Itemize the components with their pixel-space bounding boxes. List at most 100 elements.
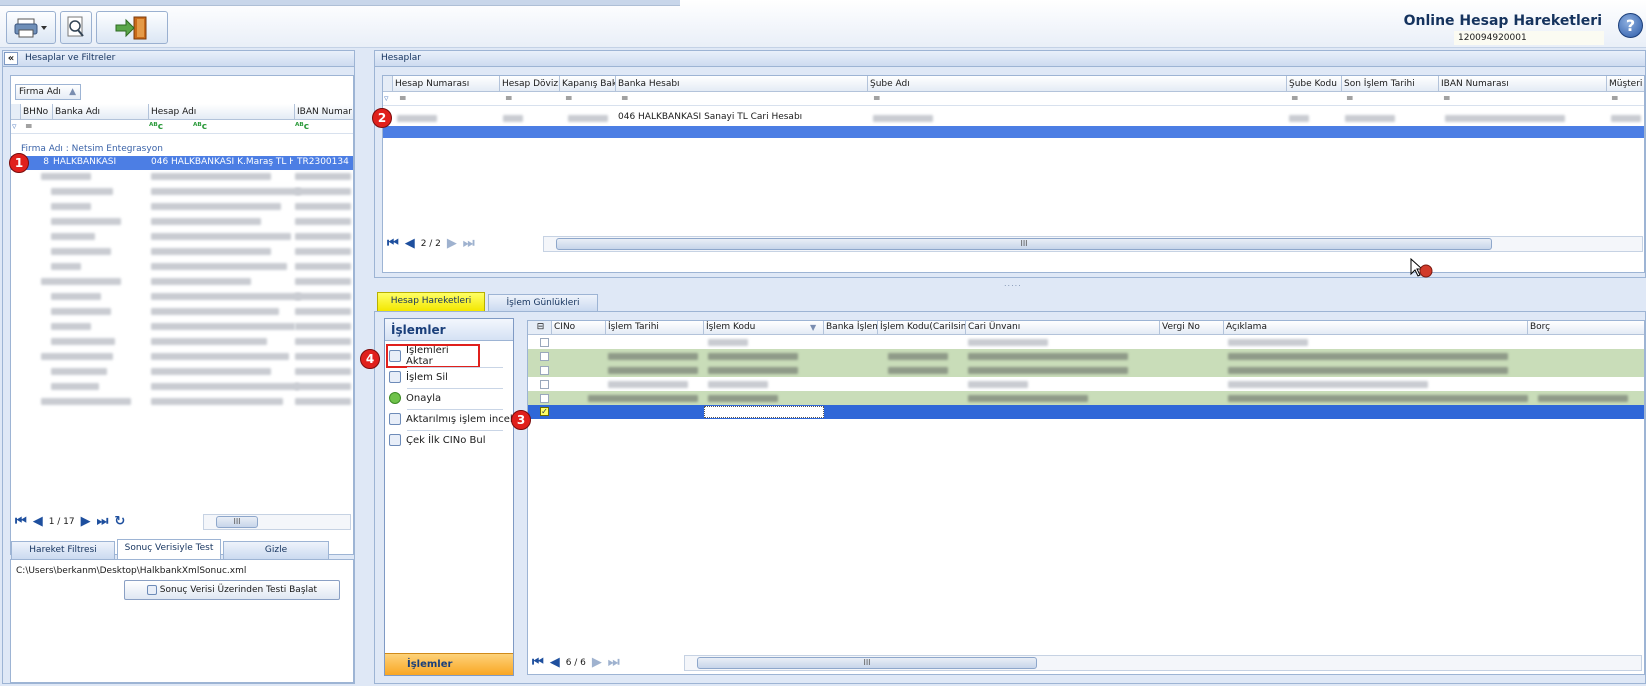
- left-scroll-thumb[interactable]: III: [216, 516, 258, 528]
- tab-sonuc-verisiyle-test[interactable]: Sonuç Verisiyle Test: [117, 539, 221, 559]
- tab-hesap-hareketleri[interactable]: Hesap Hareketleri: [377, 292, 485, 311]
- col-musteri[interactable]: Müşteri: [1607, 76, 1644, 91]
- next-page-icon[interactable]: ▶: [447, 237, 457, 250]
- prev-page-icon[interactable]: ◀: [405, 237, 415, 250]
- movement-row[interactable]: [528, 363, 1644, 377]
- col-iban-numarasi[interactable]: IBAN Numarası: [1439, 76, 1607, 91]
- col-cino[interactable]: CINo: [552, 321, 606, 334]
- busy-cursor-icon: [1410, 257, 1434, 285]
- find-first-cino-action[interactable]: Çek İlk CINo Bul: [389, 431, 509, 449]
- col-sube-kodu[interactable]: Şube Kodu: [1287, 76, 1342, 91]
- row-checkbox[interactable]: [540, 338, 549, 347]
- col-iban[interactable]: IBAN Numar: [295, 104, 353, 119]
- next-page-icon[interactable]: ▶: [592, 656, 602, 669]
- group-by-chip[interactable]: Firma Adı ▲: [15, 84, 81, 100]
- accounts-scroll-thumb[interactable]: III: [556, 238, 1492, 250]
- col-borc[interactable]: Borç: [1528, 321, 1644, 334]
- left-page-indicator: 1 / 17: [48, 517, 75, 527]
- approve-action[interactable]: Onayla: [389, 389, 509, 407]
- col-banka-islemi[interactable]: Banka İşlemi: [824, 321, 878, 334]
- col-cari-unvani[interactable]: Cari Ünvanı: [966, 321, 1160, 334]
- last-page-icon[interactable]: ⏭: [608, 656, 620, 669]
- movements-page-indicator: 6 / 6: [565, 658, 586, 668]
- equals-icon: =: [1443, 94, 1451, 104]
- inspect-transferred-action[interactable]: Aktarılmış işlem incele: [389, 410, 519, 428]
- check-circle-icon: [389, 392, 401, 404]
- col-son-islem-tarihi[interactable]: Son İşlem Tarihi: [1342, 76, 1439, 91]
- col-vergi-no[interactable]: Vergi No: [1160, 321, 1224, 334]
- selected-account-row[interactable]: 8 HALKBANKASI 046 HALKBANKASI K.Maraş TL…: [11, 156, 353, 170]
- col-banka-adi[interactable]: Banka Adı: [53, 104, 149, 119]
- transfer-icon: [389, 350, 401, 362]
- annotation-marker-2: 2: [372, 108, 392, 128]
- col-islem-kodu[interactable]: İşlem Kodu: [704, 321, 824, 334]
- row-checkbox[interactable]: [540, 394, 549, 403]
- movement-row[interactable]: [528, 377, 1644, 391]
- movement-row[interactable]: [528, 391, 1644, 405]
- annotation-marker-4: 4: [360, 349, 380, 369]
- tab-gizle[interactable]: Gizle: [223, 541, 329, 559]
- row-checkbox-checked[interactable]: ✓: [540, 407, 549, 416]
- account-code: 120094920001: [1454, 31, 1604, 45]
- row-checkbox[interactable]: [540, 352, 549, 361]
- select-all-checkbox[interactable]: ⊟: [528, 321, 552, 334]
- delete-transaction-action[interactable]: İşlem Sil: [389, 368, 509, 386]
- preview-button[interactable]: [60, 11, 92, 44]
- col-kapanis-bakiye[interactable]: Kapanış Baki: [560, 76, 616, 91]
- test-tab-content: C:\Users\berkanm\Desktop\HalkbankXmlSonu…: [10, 559, 354, 683]
- row-indicator-header: [383, 76, 393, 91]
- actions-panel: İşlemler İşlemleri Aktar İşlem Sil Onayl…: [384, 318, 519, 676]
- left-grid-header: BHNo Banka Adı Hesap Adı IBAN Numar: [11, 104, 353, 120]
- test-run-icon: [146, 584, 157, 595]
- col-islem-kodu-cariisim[interactable]: İşlem Kodu(CariIsim): [878, 321, 966, 334]
- transfer-transactions-action[interactable]: İşlemleri Aktar: [386, 344, 480, 368]
- exit-button[interactable]: [96, 11, 168, 44]
- movement-row[interactable]: [528, 335, 1644, 349]
- col-hesap-adi[interactable]: Hesap Adı: [149, 104, 295, 119]
- splitter-grip[interactable]: .....: [1004, 279, 1022, 288]
- app-title: Online Hesap Hareketleri: [1403, 13, 1602, 29]
- left-filter-row[interactable]: ▿ = ᴬᴮc ᴬᴮc ᴬᴮc: [11, 120, 353, 134]
- refresh-icon[interactable]: ↻: [114, 515, 125, 528]
- row-checkbox[interactable]: [540, 366, 549, 375]
- account-row-selected[interactable]: [383, 126, 1644, 138]
- printer-icon: [14, 18, 47, 37]
- movements-scroll-thumb[interactable]: III: [697, 657, 1037, 669]
- prev-page-icon[interactable]: ◀: [33, 515, 43, 528]
- account-row[interactable]: 046 HALKBANKASI Sanayi TL Cari Hesabı: [383, 111, 1644, 125]
- actions-footer[interactable]: İşlemler: [385, 653, 513, 675]
- movement-row-selected[interactable]: ✓: [528, 405, 1644, 419]
- col-banka-hesabi[interactable]: Banka Hesabı: [616, 76, 868, 91]
- first-page-icon[interactable]: ⏮: [15, 515, 27, 528]
- equals-icon: =: [1346, 94, 1354, 104]
- first-page-icon[interactable]: ⏮: [387, 237, 399, 250]
- next-page-icon[interactable]: ▶: [81, 515, 91, 528]
- movement-row[interactable]: [528, 349, 1644, 363]
- movement-rows: ✓: [528, 335, 1644, 419]
- cell-banka-adi: HALKBANKASI: [53, 157, 117, 167]
- accounts-filter-row[interactable]: ▿ = = = = = = = = =: [383, 92, 1644, 106]
- prev-page-icon[interactable]: ◀: [550, 656, 560, 669]
- col-bhno[interactable]: BHNo: [21, 104, 53, 119]
- movements-horizontal-scrollbar[interactable]: III: [684, 655, 1642, 671]
- last-page-icon[interactable]: ⏭: [97, 515, 109, 528]
- first-page-icon[interactable]: ⏮: [532, 656, 544, 669]
- accounts-horizontal-scrollbar[interactable]: III: [543, 236, 1643, 252]
- tab-islem-gunlukleri[interactable]: İşlem Günlükleri: [488, 294, 598, 311]
- last-page-icon[interactable]: ⏭: [463, 237, 475, 250]
- col-sube-adi[interactable]: Şube Adı: [868, 76, 1287, 91]
- col-hesap-numarasi[interactable]: Hesap Numarası: [393, 76, 500, 91]
- left-panel-header: Hesaplar ve Filtreler: [3, 51, 354, 67]
- col-islem-tarihi[interactable]: İşlem Tarihi: [606, 321, 704, 334]
- tab-hareket-filtresi[interactable]: Hareket Filtresi: [11, 541, 115, 559]
- collapse-panel-button[interactable]: «: [4, 52, 18, 65]
- left-horizontal-scrollbar[interactable]: III: [203, 514, 351, 530]
- row-checkbox[interactable]: [540, 380, 549, 389]
- start-test-button[interactable]: Sonuç Verisi Üzerinden Testi Başlat: [124, 580, 340, 600]
- col-aciklama[interactable]: Açıklama: [1224, 321, 1528, 334]
- print-button[interactable]: [6, 11, 56, 44]
- col-hesap-dovizi[interactable]: Hesap Dövizi: [500, 76, 560, 91]
- edit-cell-islem-kodu[interactable]: [704, 406, 824, 418]
- filter-icon: ▿: [384, 94, 389, 104]
- help-button[interactable]: ?: [1618, 13, 1643, 38]
